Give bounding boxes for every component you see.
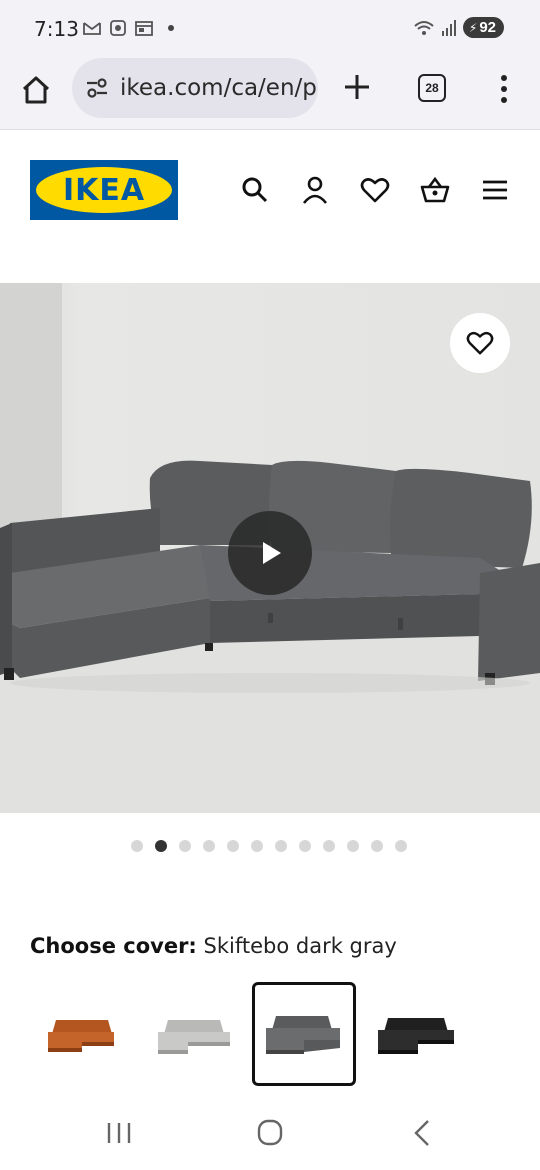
carousel-dot-active[interactable] [155,840,167,852]
carousel-dot[interactable] [131,840,143,852]
cover-selection-label: Choose cover: Skiftebo dark gray [30,934,397,958]
carousel-dot[interactable] [227,840,239,852]
favorites-icon[interactable] [360,175,390,205]
carousel-dot[interactable] [347,840,359,852]
carousel-dot[interactable] [371,840,383,852]
carousel-dot[interactable] [275,840,287,852]
carousel-dot[interactable] [251,840,263,852]
browser-toolbar: ikea.com/ca/en/p/ 28 [0,58,540,130]
system-status-icons: ⚡ 92 [413,17,504,38]
status-time: 7:13 [34,17,79,41]
status-bar: 7:13 ⚡ 92 [0,0,540,58]
cover-selected-value: Skiftebo dark gray [203,934,397,958]
new-tab-icon[interactable] [340,70,374,104]
play-video-button[interactable] [228,511,312,595]
carousel-dot[interactable] [395,840,407,852]
carousel-dot[interactable] [179,840,191,852]
system-navigation-bar [0,1096,540,1170]
tabs-icon[interactable]: 28 [418,74,446,102]
site-info-icon[interactable] [84,75,110,101]
gmail-icon [83,22,101,35]
cover-option-black[interactable] [364,982,468,1086]
battery-icon: ⚡ 92 [462,17,504,38]
url-text: ikea.com/ca/en/p/ [120,75,318,101]
image-carousel-dots [131,840,407,852]
account-icon[interactable] [300,175,330,205]
more-icon[interactable] [492,72,516,106]
logo-text: IKEA [62,172,146,208]
more-notifications-dot [168,25,174,31]
calendar-icon [135,21,153,36]
play-icon [263,542,281,564]
notification-icons [82,18,174,38]
home-icon[interactable] [18,72,54,108]
cart-icon[interactable] [420,175,450,205]
tab-count: 28 [425,81,439,95]
screenshot-icon [110,20,126,36]
save-favorite-button[interactable] [450,313,510,373]
hamburger-menu-icon[interactable] [480,175,510,205]
carousel-dot[interactable] [323,840,335,852]
sofa-thumbnail [158,1020,230,1054]
sofa-thumbnail [378,1018,454,1054]
ikea-logo[interactable]: IKEA [30,160,178,220]
carousel-dot[interactable] [203,840,215,852]
signal-icon [441,19,456,36]
home-circle-icon[interactable] [252,1118,288,1148]
sofa-thumbnail [266,1016,340,1054]
cover-option-dark-gray[interactable] [252,982,356,1086]
wifi-icon [414,20,434,35]
cover-label-prefix: Choose cover: [30,934,197,958]
carousel-dot[interactable] [299,840,311,852]
battery-level: 92 [479,19,496,36]
cover-option-orange[interactable] [30,982,134,1086]
product-image[interactable] [0,283,540,813]
recent-apps-icon[interactable] [101,1118,137,1148]
site-header: IKEA [0,131,540,251]
cover-swatches [30,982,540,1086]
sofa-thumbnail [48,1020,114,1052]
back-icon[interactable] [404,1118,440,1148]
heart-icon [466,331,494,355]
logo-oval: IKEA [36,167,172,213]
address-bar[interactable]: ikea.com/ca/en/p/ [72,58,318,118]
search-icon[interactable] [240,175,270,205]
cover-option-light-gray[interactable] [142,982,246,1086]
